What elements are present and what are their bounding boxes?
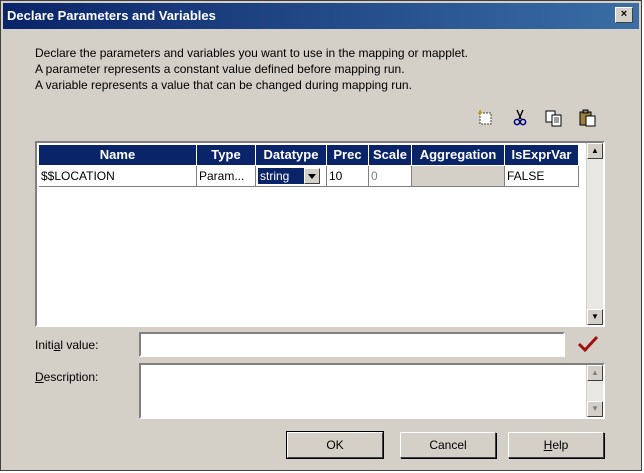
datatype-select-value[interactable]: string <box>257 167 305 185</box>
close-icon: × <box>620 8 628 20</box>
cell-name[interactable]: $$LOCATION <box>39 166 197 187</box>
cut-icon[interactable] <box>510 108 530 128</box>
parameters-grid[interactable]: Name Type Datatype Prec Scale Aggregatio… <box>35 141 605 327</box>
column-header-name[interactable]: Name <box>39 145 197 165</box>
grid-scrollbar[interactable]: ▲ ▼ <box>586 143 603 325</box>
cell-type[interactable]: Param... <box>197 166 256 187</box>
cancel-button[interactable]: Cancel <box>400 432 496 458</box>
description-scroll-down[interactable]: ▼ <box>587 401 603 417</box>
cell-prec[interactable]: 10 <box>327 166 369 187</box>
scroll-down-button[interactable]: ▼ <box>587 309 603 325</box>
cell-aggregation <box>412 166 505 187</box>
initial-value-field[interactable] <box>139 332 565 357</box>
toolbar <box>474 108 604 130</box>
ok-button[interactable]: OK <box>286 431 384 459</box>
paste-icon[interactable] <box>578 108 598 128</box>
cell-isexprvar[interactable]: FALSE <box>505 166 579 187</box>
column-header-scale[interactable]: Scale <box>369 145 412 165</box>
column-header-type[interactable]: Type <box>197 145 256 165</box>
intro-line-1: Declare the parameters and variables you… <box>35 46 468 60</box>
title-bar[interactable]: Declare Parameters and Variables × <box>3 3 639 29</box>
initial-value-label: Initial value: <box>35 338 99 352</box>
intro-line-2: A parameter represents a constant value … <box>35 62 405 76</box>
dialog-window: Declare Parameters and Variables × Decla… <box>0 0 642 471</box>
new-icon[interactable] <box>476 108 496 128</box>
column-header-prec[interactable]: Prec <box>327 145 369 165</box>
cell-scale[interactable]: 0 <box>369 166 412 187</box>
description-label: Description: <box>35 370 99 384</box>
intro-line-3: A variable represents a value that can b… <box>35 78 412 92</box>
window-title: Declare Parameters and Variables <box>7 8 216 23</box>
chevron-down-icon <box>308 174 316 179</box>
scroll-up-button[interactable]: ▲ <box>587 143 603 159</box>
column-header-aggregation[interactable]: Aggregation <box>412 145 505 165</box>
checkmark-icon[interactable] <box>577 334 599 354</box>
description-field[interactable]: ▲ ▼ <box>139 363 605 419</box>
cell-datatype[interactable]: string <box>256 166 327 187</box>
close-button[interactable]: × <box>615 7 633 23</box>
description-scrollbar[interactable]: ▲ ▼ <box>586 365 603 417</box>
column-header-datatype[interactable]: Datatype <box>256 145 327 165</box>
column-header-isexprvar[interactable]: IsExprVar <box>505 145 579 165</box>
copy-icon[interactable] <box>544 108 564 128</box>
help-button[interactable]: Help <box>508 432 604 458</box>
description-scroll-up[interactable]: ▲ <box>587 365 603 381</box>
intro-text: Declare the parameters and variables you… <box>35 45 468 93</box>
datatype-dropdown-button[interactable] <box>304 168 320 184</box>
